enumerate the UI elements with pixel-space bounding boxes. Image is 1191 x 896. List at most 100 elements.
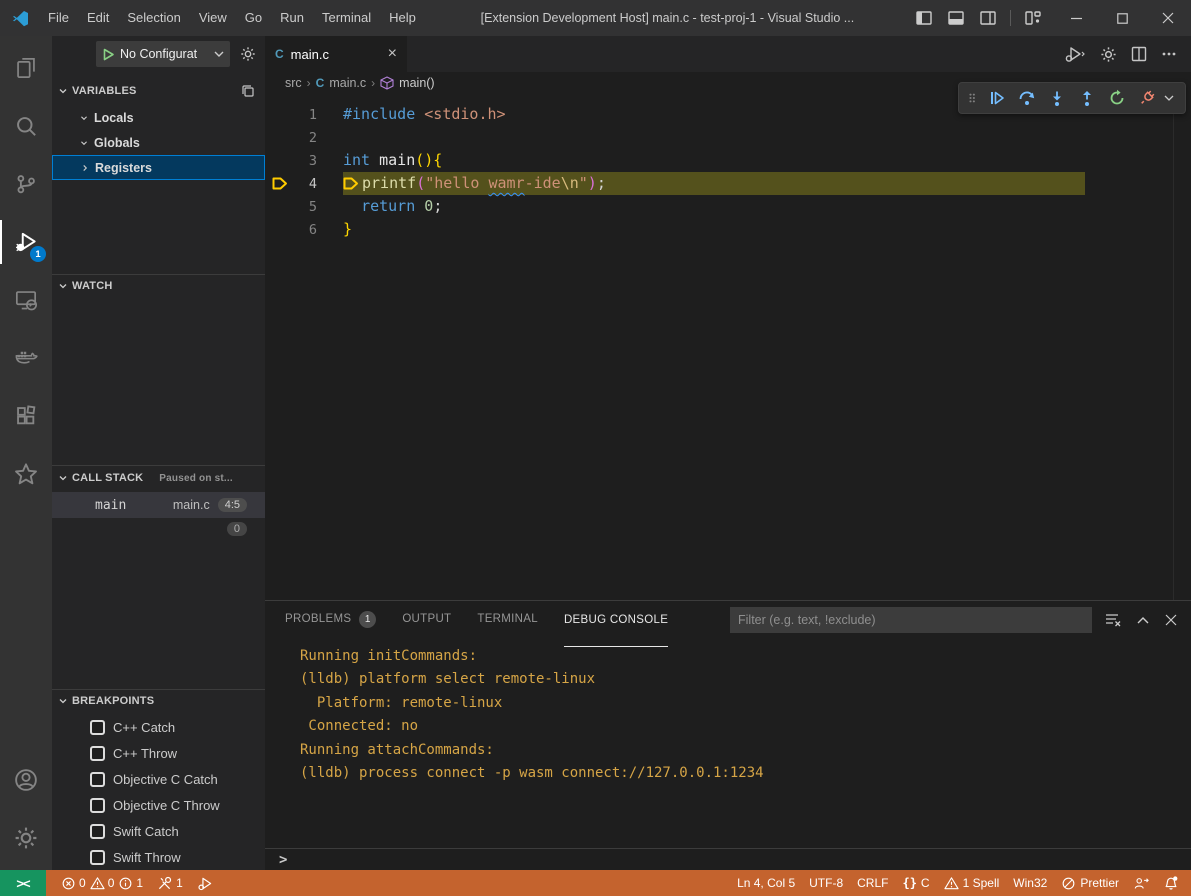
menu-edit[interactable]: Edit — [78, 0, 118, 36]
editor-settings-gear-icon[interactable] — [1100, 46, 1117, 63]
notifications-bell-icon[interactable] — [1156, 870, 1191, 896]
close-button[interactable] — [1145, 0, 1191, 36]
breakpoint-row-swift-catch[interactable]: Swift Catch — [52, 818, 265, 844]
cursor-position-item[interactable]: Ln 4, Col 5 — [730, 870, 802, 896]
settings-gear-icon[interactable] — [0, 812, 52, 864]
variables-scope-registers[interactable]: Registers — [52, 155, 265, 180]
line-text: int main(){ — [343, 149, 1191, 172]
breadcrumb-file[interactable]: main.c — [329, 76, 366, 90]
run-or-debug-icon[interactable] — [1064, 46, 1086, 62]
debug-status-icon[interactable] — [190, 870, 221, 896]
menu-help[interactable]: Help — [380, 0, 425, 36]
problems-status-item[interactable]: 0 0 1 — [54, 870, 150, 896]
variables-header[interactable]: VARIABLES — [52, 80, 265, 102]
formatter-item[interactable]: Prettier — [1054, 870, 1126, 896]
toggle-sidebar-icon[interactable] — [910, 3, 938, 33]
toggle-secondary-sidebar-icon[interactable] — [974, 3, 1002, 33]
more-actions-icon[interactable] — [1161, 46, 1177, 62]
breadcrumb-folder[interactable]: src — [285, 76, 302, 90]
code-line-5[interactable]: 5 return 0; — [265, 195, 1191, 218]
menu-view[interactable]: View — [190, 0, 236, 36]
tab-debug-console[interactable]: DEBUG CONSOLE — [564, 601, 668, 638]
feedback-icon[interactable] — [1126, 870, 1156, 896]
account-icon[interactable] — [0, 754, 52, 806]
remote-explorer-icon[interactable] — [0, 274, 52, 326]
docker-icon[interactable] — [0, 332, 52, 384]
debug-config-dropdown[interactable]: No Configurat — [96, 41, 230, 67]
debug-settings-gear-icon[interactable] — [240, 46, 256, 62]
customize-layout-icon[interactable] — [1019, 3, 1047, 33]
search-icon[interactable] — [0, 100, 52, 152]
stack-frame-row[interactable]: main main.c 4:5 — [52, 492, 265, 518]
favorites-star-icon[interactable] — [0, 448, 52, 500]
close-panel-icon[interactable] — [1165, 614, 1177, 626]
maximize-button[interactable] — [1099, 0, 1145, 36]
run-and-debug-icon[interactable]: 1 — [0, 216, 52, 268]
menu-file[interactable]: File — [39, 0, 78, 36]
explorer-icon[interactable] — [0, 42, 52, 94]
thread-row[interactable]: 0 — [52, 518, 265, 540]
menu-go[interactable]: Go — [236, 0, 271, 36]
code-line-4[interactable]: 4 printf("hello wamr-ide\n"); — [265, 172, 1191, 195]
menu-terminal[interactable]: Terminal — [313, 0, 380, 36]
step-over-icon[interactable] — [1014, 85, 1040, 111]
minimize-button[interactable] — [1053, 0, 1099, 36]
tools-status-item[interactable]: 1 — [150, 870, 190, 896]
source-control-icon[interactable] — [0, 158, 52, 210]
code-line-2[interactable]: 2 — [265, 126, 1191, 149]
clear-console-icon[interactable] — [1105, 612, 1121, 628]
debug-toolbar-chevron-icon[interactable] — [1164, 94, 1174, 102]
console-line: (lldb) process connect -p wasm connect:/… — [300, 762, 1191, 785]
editor-scrollbar[interactable] — [1173, 94, 1174, 600]
breakpoint-row-objective-c-catch[interactable]: Objective C Catch — [52, 766, 265, 792]
code-line-3[interactable]: 3int main(){ — [265, 149, 1191, 172]
remote-indicator[interactable]: >< — [0, 870, 46, 896]
breakpoint-row-swift-throw[interactable]: Swift Throw — [52, 844, 265, 870]
call-stack-header[interactable]: CALL STACK Paused on st... — [52, 466, 265, 490]
code-line-6[interactable]: 6} — [265, 218, 1191, 241]
language-mode-item[interactable]: {} C — [895, 870, 936, 896]
disconnect-icon[interactable] — [1134, 85, 1160, 111]
breadcrumb-symbol[interactable]: main() — [399, 76, 434, 90]
breakpoint-checkbox[interactable] — [90, 798, 105, 813]
menu-selection[interactable]: Selection — [118, 0, 189, 36]
maximize-panel-icon[interactable] — [1136, 615, 1150, 625]
copy-icon[interactable] — [241, 84, 255, 98]
breakpoint-checkbox[interactable] — [90, 824, 105, 839]
breakpoint-checkbox[interactable] — [90, 746, 105, 761]
breakpoint-checkbox[interactable] — [90, 850, 105, 865]
platform-item[interactable]: Win32 — [1006, 870, 1054, 896]
debug-console-output[interactable]: Running initCommands:(lldb) platform sel… — [265, 638, 1191, 848]
restart-icon[interactable] — [1104, 85, 1130, 111]
step-into-icon[interactable] — [1044, 85, 1070, 111]
debug-console-input[interactable]: > — [265, 848, 1191, 870]
step-out-icon[interactable] — [1074, 85, 1100, 111]
breakpoint-row-c-catch[interactable]: C++ Catch — [52, 714, 265, 740]
watch-header[interactable]: WATCH — [52, 275, 265, 297]
console-filter-input[interactable] — [730, 607, 1092, 633]
breakpoint-checkbox[interactable] — [90, 720, 105, 735]
variables-scope-globals[interactable]: Globals — [52, 130, 265, 155]
breakpoint-row-c-throw[interactable]: C++ Throw — [52, 740, 265, 766]
spell-checker-item[interactable]: 1 Spell — [937, 870, 1007, 896]
menu-run[interactable]: Run — [271, 0, 313, 36]
tab-terminal[interactable]: TERMINAL — [477, 601, 538, 638]
tab-output[interactable]: OUTPUT — [402, 601, 451, 638]
continue-icon[interactable] — [984, 85, 1010, 111]
tab-main-c[interactable]: C main.c × — [265, 36, 407, 72]
breakpoint-row-objective-c-throw[interactable]: Objective C Throw — [52, 792, 265, 818]
extensions-icon[interactable] — [0, 390, 52, 442]
eol-item[interactable]: CRLF — [850, 870, 895, 896]
code-editor[interactable]: 1#include <stdio.h>23int main(){ 4 print… — [265, 94, 1191, 600]
variables-scope-locals[interactable]: Locals — [52, 105, 265, 130]
tab-close-icon[interactable]: × — [388, 46, 397, 62]
status-bar: >< 0 0 1 1 Ln 4, Col 5 UTF-8 CRLF {} C 1 — [0, 870, 1191, 896]
breakpoint-checkbox[interactable] — [90, 772, 105, 787]
line-number: 6 — [295, 222, 317, 238]
split-editor-icon[interactable] — [1131, 46, 1147, 62]
tab-problems[interactable]: PROBLEMS 1 — [285, 601, 376, 638]
breakpoints-header[interactable]: BREAKPOINTS — [52, 690, 265, 712]
drag-handle-icon[interactable] — [964, 90, 980, 106]
encoding-item[interactable]: UTF-8 — [802, 870, 850, 896]
toggle-panel-icon[interactable] — [942, 3, 970, 33]
